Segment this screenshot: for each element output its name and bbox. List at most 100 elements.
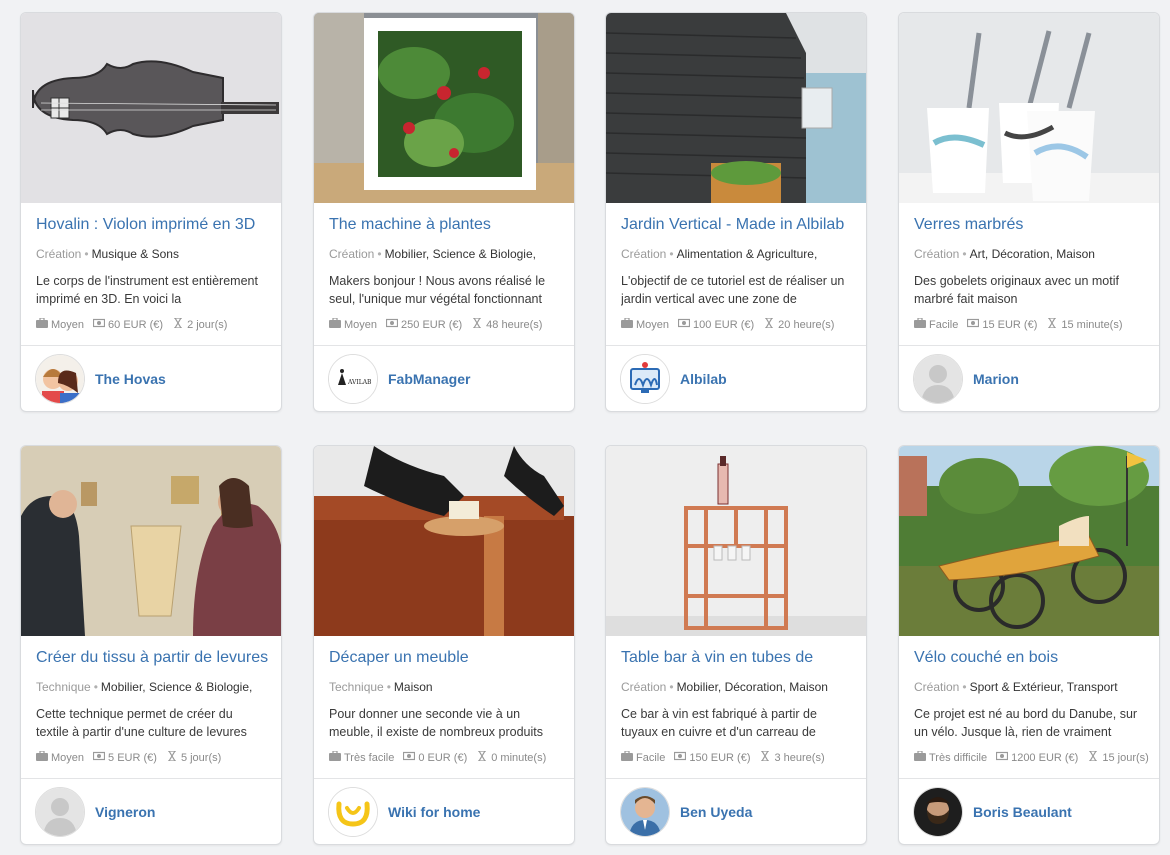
cost: 60 EUR (€) (92, 318, 163, 331)
author-name[interactable]: Vigneron (95, 804, 155, 820)
man-portrait-avatar[interactable] (620, 787, 670, 837)
project-type: Création (914, 247, 960, 261)
hourglass-icon (166, 750, 178, 764)
project-title[interactable]: Vélo couché en bois (914, 649, 1154, 667)
money-icon (967, 318, 980, 331)
project-categories: Mobilier, Décoration, Maison (676, 680, 828, 694)
avilab-logo-avatar[interactable]: AVILAB (328, 354, 378, 404)
cost: 150 EUR (€) (674, 751, 750, 764)
project-title[interactable]: Table bar à vin en tubes de (621, 649, 861, 667)
project-tags: Création • Sport & Extérieur, Transport (914, 680, 1154, 694)
project-card[interactable]: Créer du tissu à partir de levures Techn… (20, 445, 282, 845)
plant-frame-photo[interactable] (314, 13, 574, 203)
yeast-fabric-photo[interactable] (21, 446, 281, 636)
wooden-recumbent-bike-photo[interactable] (899, 446, 1159, 636)
cost-value: 250 EUR (€) (401, 318, 463, 331)
wiki-for-home-logo-avatar[interactable] (328, 787, 378, 837)
cost-value: 1200 EUR (€) (1011, 751, 1079, 764)
author-link[interactable]: Ben Uyeda (620, 786, 860, 838)
project-card[interactable]: Hovalin : Violon imprimé en 3D Création •… (20, 12, 282, 412)
duration: 3 heure(s) (759, 750, 825, 764)
project-meta: Facile 15 EUR (€) 15 minute(s) (914, 317, 1159, 331)
project-meta: Très facile 0 EUR (€) 0 minute(s) (329, 750, 574, 764)
hourglass-icon (172, 317, 184, 331)
briefcase-icon (36, 750, 48, 764)
cost: 0 EUR (€) (403, 751, 467, 764)
separator-dot: • (962, 680, 967, 694)
separator-dot: • (93, 680, 98, 694)
furniture-stripping-photo[interactable] (314, 446, 574, 636)
briefcase-icon (329, 317, 341, 331)
project-type: Création (621, 247, 667, 261)
project-card[interactable]: Verres marbrés Création • Art, Décoration,… (898, 12, 1160, 412)
author-name[interactable]: Marion (973, 371, 1019, 387)
project-description: Le corps de l'instrument est entièrement… (36, 274, 258, 306)
hourglass-icon (1046, 317, 1058, 331)
author-name[interactable]: Ben Uyeda (680, 804, 752, 820)
project-type: Création (914, 680, 960, 694)
copper-wine-bar-photo[interactable] (606, 446, 866, 636)
project-description: Ce projet est né au bord du Danube, sur … (914, 707, 1138, 739)
project-card[interactable]: Table bar à vin en tubes de Création • Mob… (605, 445, 867, 845)
author-link[interactable]: The Hovas (35, 353, 275, 405)
stone-wall-garden-photo[interactable] (606, 13, 866, 203)
default-user-avatar[interactable] (913, 354, 963, 404)
separator-dot: • (962, 247, 967, 261)
project-title[interactable]: Jardin Vertical - Made in Albilab (621, 216, 861, 234)
project-title[interactable]: The machine à plantes (329, 216, 569, 234)
hourglass-icon (763, 317, 775, 331)
violin-photo[interactable] (21, 13, 281, 203)
project-title[interactable]: Créer du tissu à partir de levures (36, 649, 276, 667)
project-grid: Hovalin : Violon imprimé en 3D Création •… (0, 0, 1170, 855)
briefcase-icon (36, 317, 48, 331)
albilab-logo-avatar[interactable] (620, 354, 670, 404)
difficulty: Moyen (36, 317, 84, 331)
author-name[interactable]: FabManager (388, 371, 470, 387)
money-icon (677, 318, 691, 331)
difficulty: Très difficile (914, 750, 987, 764)
project-card[interactable]: Jardin Vertical - Made in Albilab Créati… (605, 12, 867, 412)
project-type: Technique (329, 680, 384, 694)
author-name[interactable]: Wiki for home (388, 804, 480, 820)
project-description: Des gobelets originaux avec un motif mar… (914, 274, 1119, 306)
author-link[interactable]: Wiki for home (328, 786, 568, 838)
divider (21, 778, 281, 779)
divider (899, 778, 1159, 779)
project-tags: Création • Mobilier, Science & Biologie, (329, 247, 569, 261)
author-name[interactable]: Albilab (680, 371, 727, 387)
duration-value: 5 jour(s) (180, 751, 222, 764)
author-link[interactable]: Boris Beaulant (913, 786, 1153, 838)
hourglass-icon (476, 750, 488, 764)
project-title[interactable]: Hovalin : Violon imprimé en 3D (36, 216, 276, 234)
difficulty-value: Facile (636, 751, 666, 764)
author-name[interactable]: The Hovas (95, 371, 166, 387)
couple-cartoon-avatar[interactable] (35, 354, 85, 404)
difficulty-value: Moyen (51, 751, 85, 764)
divider (606, 345, 866, 346)
project-title[interactable]: Décaper un meuble (329, 649, 569, 667)
difficulty-value: Très facile (344, 751, 395, 764)
bearded-man-portrait-avatar[interactable] (913, 787, 963, 837)
duration: 20 heure(s) (763, 317, 834, 331)
author-link[interactable]: Albilab (620, 353, 860, 405)
money-icon (92, 318, 106, 331)
cost: 15 EUR (€) (967, 318, 1037, 331)
project-card[interactable]: Décaper un meuble Technique • Maison Pour … (313, 445, 575, 845)
money-icon (403, 751, 416, 764)
marbled-cups-photo[interactable] (899, 13, 1159, 203)
cost-value: 5 EUR (€) (108, 751, 157, 764)
project-categories: Musique & Sons (91, 247, 179, 261)
difficulty-value: Moyen (344, 318, 378, 331)
default-user-avatar[interactable] (35, 787, 85, 837)
project-card[interactable]: Vélo couché en bois Création • Sport & Ext… (898, 445, 1160, 845)
author-link[interactable]: Vigneron (35, 786, 275, 838)
author-link[interactable]: AVILAB FabManager (328, 353, 568, 405)
cost: 100 EUR (€) (677, 318, 754, 331)
author-name[interactable]: Boris Beaulant (973, 804, 1072, 820)
project-title[interactable]: Verres marbrés (914, 216, 1154, 234)
project-card[interactable]: The machine à plantes Création • Mobilier,… (313, 12, 575, 412)
duration-value: 2 jour(s) (187, 318, 228, 331)
author-link[interactable]: Marion (913, 353, 1153, 405)
project-type: Technique (36, 680, 91, 694)
separator-dot: • (669, 680, 674, 694)
